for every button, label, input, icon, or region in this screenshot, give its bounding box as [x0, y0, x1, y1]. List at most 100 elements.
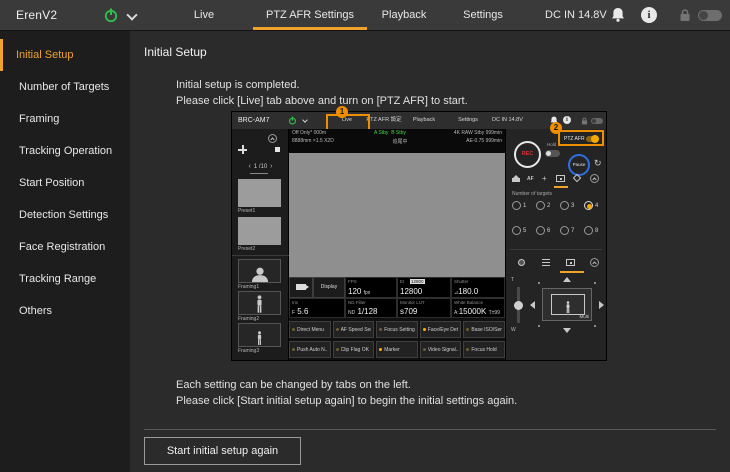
sidebar-item-face-registration[interactable]: Face Registration	[0, 231, 130, 263]
notification-bell-icon[interactable]	[611, 7, 625, 28]
intro-line-1: Initial setup is completed.	[176, 77, 468, 93]
radio-label: 4	[595, 203, 598, 209]
button-label: Face/Eye Det...	[428, 327, 459, 333]
start-initial-setup-again-button[interactable]: Start initial setup again	[144, 437, 301, 465]
screenshot-control-panel: REC Hold Pause AF Number of targets 1 2 …	[505, 129, 606, 360]
tutorial-screenshot: BRC-AM7 Live PTZ AFR 設定 Playback Setting…	[232, 112, 606, 360]
multi-framing-preview: Multi	[542, 288, 592, 321]
ae-offset: AE-0.75	[466, 138, 484, 144]
zoom-status: 8888mm ×1.5 X2D	[292, 138, 334, 145]
preset2-label: Preset2	[238, 246, 255, 252]
target-radio-4-selected: 4	[584, 201, 598, 210]
next-page-icon: ›	[267, 163, 275, 170]
button-label: Marker	[384, 347, 400, 353]
page-total: /10	[259, 164, 267, 170]
preset-pager: ‹1 /10›	[232, 163, 289, 170]
framing1-thumbnail	[238, 259, 281, 283]
step2-highlight-box: PTZ AFR	[558, 130, 604, 146]
button-label: Clip Flag OK	[341, 347, 369, 353]
power-source-status: DC IN 14.8V	[545, 0, 607, 31]
page-number: 1	[254, 164, 257, 170]
ptz-tab-row	[506, 257, 607, 269]
tab-live[interactable]: Live	[194, 0, 214, 31]
status-dot	[336, 328, 339, 331]
control-tab-row: AF	[506, 173, 607, 185]
outro-line-2: Please click [Start initial setup again]…	[176, 393, 517, 409]
lock-toggle[interactable]	[698, 10, 722, 21]
status-dot	[466, 328, 469, 331]
sidebar-item-others[interactable]: Others	[0, 295, 130, 327]
settings-sidebar: Initial Setup Number of Targets Framing …	[0, 31, 130, 472]
tele-label: T	[511, 277, 514, 283]
top-bar: ErenV2 Live PTZ AFR Settings Playback Se…	[0, 0, 730, 31]
selected-tab-underline	[554, 186, 568, 188]
focus-area-icon	[573, 174, 581, 182]
sidebar-item-initial-setup[interactable]: Initial Setup	[0, 39, 130, 71]
stby-b: B Stby	[391, 130, 406, 136]
corner-dot	[594, 282, 596, 284]
media-b-remaining: 999min	[486, 138, 502, 144]
white-balance-cell: White Balance A:15000K T±99	[451, 298, 505, 319]
pan-tilt-pad: Multi	[530, 277, 604, 333]
corner-dot	[538, 325, 540, 327]
pager-underline	[250, 173, 268, 174]
selected-tab-underline	[560, 271, 584, 273]
reset-icon	[594, 158, 602, 169]
sidebar-item-detection-settings[interactable]: Detection Settings	[0, 199, 130, 231]
tab-playback: Playback	[413, 112, 435, 129]
tab-settings[interactable]: Settings	[463, 0, 503, 31]
radio-label: 3	[571, 203, 574, 209]
framing1-label: Framing1	[238, 284, 259, 290]
ei-cell: EI 12800 12800	[397, 277, 451, 298]
chevron-down-icon[interactable]	[126, 9, 137, 20]
lock-toggle	[591, 118, 603, 124]
toggle-knob	[592, 119, 596, 123]
toggle-knob	[699, 11, 708, 20]
clip-flag-ok-button: Clip Flag OK	[333, 341, 375, 358]
target-radio-8: 8	[584, 226, 598, 235]
multi-label: Multi	[579, 314, 589, 319]
person-body-icon	[255, 295, 264, 314]
sidebar-item-number-of-targets[interactable]: Number of Targets	[0, 71, 130, 103]
function-button-row-2: Push Auto N... Clip Flag OK Marker Video…	[289, 341, 505, 358]
divider	[232, 255, 289, 256]
target-radio-2: 2	[536, 201, 550, 210]
info-icon[interactable]: i	[641, 7, 657, 23]
power-icon[interactable]	[103, 7, 119, 23]
tilt-up-icon	[563, 277, 571, 282]
shutter-value: 180.0	[458, 287, 478, 296]
ptz-afr-toggle-on	[586, 136, 599, 142]
sidebar-item-start-position[interactable]: Start Position	[0, 167, 130, 199]
screenshot-monitor-panel: Off Only* 000m A Stby B Stby 4K RAW Stby…	[289, 129, 505, 360]
power-source-status: DC IN 14.8V	[492, 112, 523, 129]
ei-badge: 12800	[410, 279, 425, 284]
fps-unit: fps	[364, 290, 371, 296]
corner-dot	[538, 282, 540, 284]
tracking-frame-icon	[556, 175, 565, 182]
shutter-cell: Shutter ⊿180.0	[451, 277, 505, 298]
sidebar-item-framing[interactable]: Framing	[0, 103, 130, 135]
target-radio-7: 7	[560, 226, 574, 235]
fps-label: FPS	[348, 279, 357, 284]
sidebar-item-tracking-operation[interactable]: Tracking Operation	[0, 135, 130, 167]
status-dot	[292, 348, 295, 351]
info-icon: i	[563, 116, 571, 124]
menu-list-icon	[542, 259, 550, 266]
section-divider	[144, 429, 716, 430]
lock-icon[interactable]	[679, 8, 691, 27]
function-button-row-1: Direct Menu AF Speed Sens. Focus Setting…	[289, 321, 505, 338]
tracking-status: 追尾中	[392, 138, 407, 145]
framing3-label: Framing3	[238, 348, 259, 354]
tab-playback[interactable]: Playback	[382, 0, 427, 31]
main-content: Initial Setup Initial setup is completed…	[131, 31, 730, 472]
monitor-lut-value: s709	[400, 307, 417, 316]
person-body-icon	[565, 301, 571, 314]
home-icon	[512, 175, 520, 182]
toggle-knob	[546, 151, 551, 156]
sidebar-item-tracking-range[interactable]: Tracking Range	[0, 263, 130, 295]
base-iso-button: Base ISO/Sen...	[463, 321, 505, 338]
collapse-icon	[268, 134, 277, 143]
camera-video-view	[289, 153, 505, 277]
person-body-icon	[256, 331, 263, 346]
video-signal-button: Video Signal...	[420, 341, 462, 358]
